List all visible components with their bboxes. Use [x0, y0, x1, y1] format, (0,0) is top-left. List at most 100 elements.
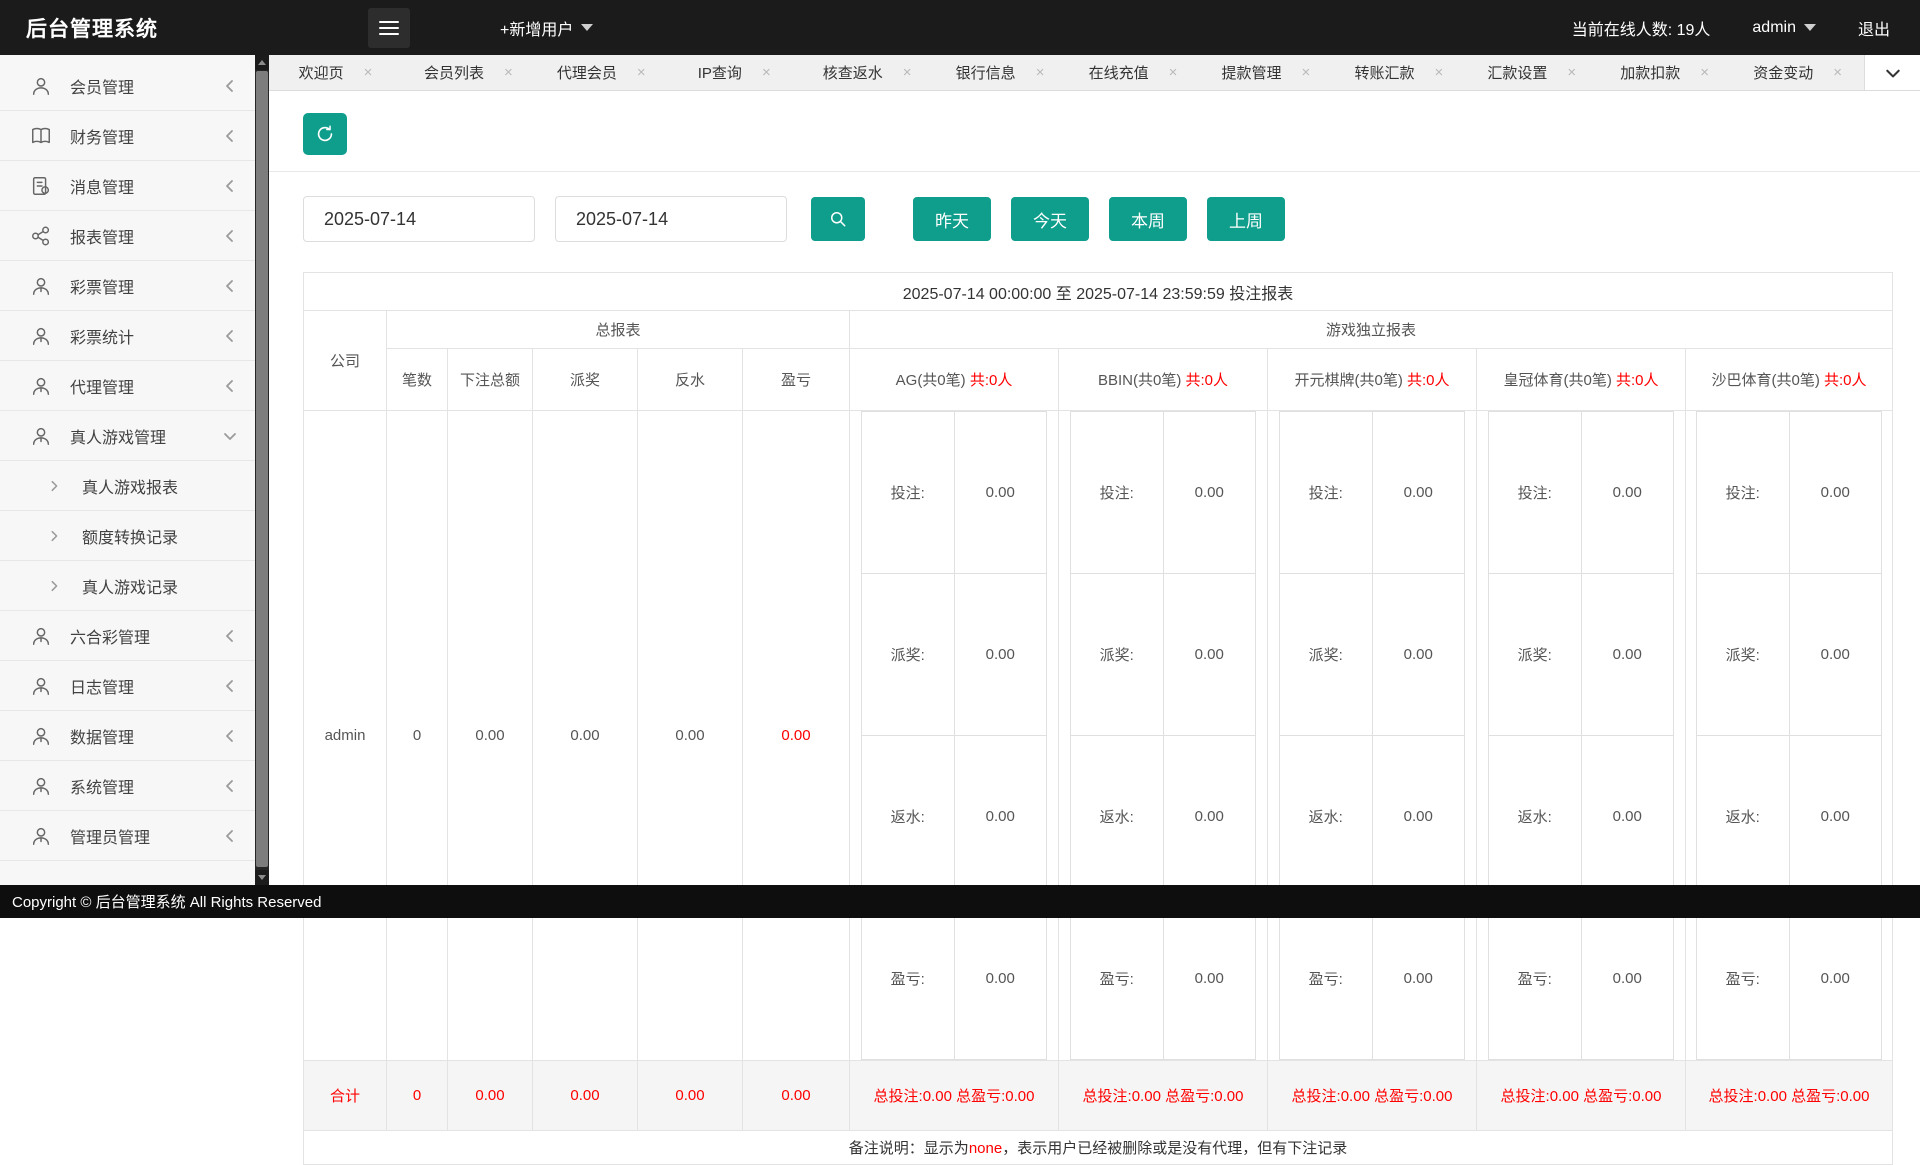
sidebar-item-member-mgmt[interactable]: 会员管理 — [0, 61, 255, 111]
caret-down-icon — [1804, 24, 1816, 31]
cell-game-ag-stats: 投注:0.00 派奖:0.00 返水:0.00 盈亏:0.00 — [850, 411, 1059, 1061]
today-button[interactable]: 今天 — [1011, 197, 1089, 241]
chevron-right-icon — [48, 530, 60, 542]
group-game-reports: 游戏独立报表 — [850, 311, 1893, 349]
scroll-up-button[interactable] — [255, 55, 269, 70]
close-icon[interactable]: × — [903, 64, 912, 81]
close-icon[interactable]: × — [364, 64, 373, 81]
report-title: 2025-07-14 00:00:00 至 2025-07-14 23:59:5… — [304, 273, 1893, 311]
admin-username: admin — [1752, 19, 1796, 37]
new-user-label: +新增用户 — [500, 16, 573, 40]
close-icon[interactable]: × — [1833, 64, 1842, 81]
note-text: 备注说明：显示为none，表示用户已经被删除或是没有代理，但有下注记录 — [304, 1131, 1893, 1165]
sidebar-item-agent-mgmt[interactable]: 代理管理 — [0, 361, 255, 411]
tab-rebate-check[interactable]: 核查返水× — [801, 55, 934, 90]
player-count-badge: 共:0人 — [1824, 372, 1867, 389]
cell-game-kaiyuan-stats: 投注:0.00 派奖:0.00 返水:0.00 盈亏:0.00 — [1268, 411, 1477, 1061]
game-stats-table: 投注:0.00 派奖:0.00 返水:0.00 盈亏:0.00 — [1696, 411, 1882, 1060]
chevron-right-icon — [48, 480, 60, 492]
sidebar-item-finance-mgmt[interactable]: 财务管理 — [0, 111, 255, 161]
chevron-left-icon — [223, 379, 237, 393]
chevron-left-icon — [223, 629, 237, 643]
chevron-right-icon — [48, 580, 60, 592]
game-stats-table: 投注:0.00 派奖:0.00 返水:0.00 盈亏:0.00 — [1279, 411, 1465, 1060]
tab-online-deposit[interactable]: 在线充值× — [1067, 55, 1200, 90]
sidebar-item-mark-six-mgmt[interactable]: 六合彩管理 — [0, 611, 255, 661]
close-icon[interactable]: × — [1036, 64, 1045, 81]
tab-remit-settings[interactable]: 汇款设置× — [1465, 55, 1598, 90]
last-week-button[interactable]: 上周 — [1207, 197, 1285, 241]
close-icon[interactable]: × — [762, 64, 771, 81]
sidebar-item-data-mgmt[interactable]: 数据管理 — [0, 711, 255, 761]
close-icon[interactable]: × — [1302, 64, 1311, 81]
tab-ip-query[interactable]: IP查询× — [668, 55, 801, 90]
tab-transfer-remit[interactable]: 转账汇款× — [1332, 55, 1465, 90]
sidebar-item-lottery-stats[interactable]: 彩票统计 — [0, 311, 255, 361]
tab-add-deduct[interactable]: 加款扣款× — [1598, 55, 1731, 90]
sidebar-item-report-mgmt[interactable]: 报表管理 — [0, 211, 255, 261]
file-icon — [30, 175, 52, 197]
summary-game-crown: 总投注:0.00 总盈亏:0.00 — [1477, 1061, 1686, 1131]
game-stats-table: 投注:0.00 派奖:0.00 返水:0.00 盈亏:0.00 — [1070, 411, 1256, 1060]
close-icon[interactable]: × — [637, 64, 646, 81]
this-week-button[interactable]: 本周 — [1109, 197, 1187, 241]
yesterday-button[interactable]: 昨天 — [913, 197, 991, 241]
user-icon — [30, 675, 52, 697]
player-count-badge: 共:0人 — [1186, 372, 1229, 389]
refresh-button[interactable] — [303, 113, 347, 155]
filter-row: 昨天 今天 本周 上周 — [269, 172, 1920, 242]
close-icon[interactable]: × — [1434, 64, 1443, 81]
chevron-left-icon — [223, 829, 237, 843]
sidebar-item-live-game-mgmt[interactable]: 真人游戏管理 — [0, 411, 255, 461]
triangle-down-icon — [258, 875, 266, 880]
chevron-left-icon — [223, 679, 237, 693]
col-bet-total: 下注总额 — [448, 349, 533, 411]
user-icon — [30, 825, 52, 847]
scrollbar-thumb[interactable] — [256, 71, 268, 867]
group-total-report: 总报表 — [387, 311, 850, 349]
tab-bank-info[interactable]: 银行信息× — [934, 55, 1067, 90]
sidebar-item-system-mgmt[interactable]: 系统管理 — [0, 761, 255, 811]
sidebar-item-lottery-mgmt[interactable]: 彩票管理 — [0, 261, 255, 311]
tab-member-list[interactable]: 会员列表× — [402, 55, 535, 90]
col-rebate: 反水 — [638, 349, 743, 411]
admin-user-dropdown[interactable]: admin — [1752, 19, 1816, 37]
search-button[interactable] — [811, 197, 865, 241]
tab-agent-members[interactable]: 代理会员× — [535, 55, 668, 90]
close-icon[interactable]: × — [1169, 64, 1178, 81]
cell-payout: 0.00 — [533, 411, 638, 1061]
sidebar-item-live-game-log[interactable]: 真人游戏记录 — [0, 561, 255, 611]
sidebar-item-log-mgmt[interactable]: 日志管理 — [0, 661, 255, 711]
date-to-input[interactable] — [555, 196, 787, 242]
new-user-dropdown[interactable]: +新增用户 — [500, 16, 593, 40]
sidebar-item-admin-mgmt[interactable]: 管理员管理 — [0, 811, 255, 861]
cell-game-crown-stats: 投注:0.00 派奖:0.00 返水:0.00 盈亏:0.00 — [1477, 411, 1686, 1061]
close-icon[interactable]: × — [504, 64, 513, 81]
sidebar-item-quota-transfer-log[interactable]: 额度转换记录 — [0, 511, 255, 561]
date-from-input[interactable] — [303, 196, 535, 242]
summary-game-bbin: 总投注:0.00 总盈亏:0.00 — [1059, 1061, 1268, 1131]
bet-report-table: 2025-07-14 00:00:00 至 2025-07-14 23:59:5… — [303, 272, 1893, 1165]
player-count-badge: 共:0人 — [970, 372, 1013, 389]
cell-bet-count: 0 — [387, 411, 448, 1061]
logout-button[interactable]: 退出 — [1858, 16, 1890, 40]
cell-company: admin — [304, 411, 387, 1061]
tab-withdraw-mgmt[interactable]: 提款管理× — [1199, 55, 1332, 90]
scroll-down-button[interactable] — [255, 870, 269, 885]
hamburger-icon — [379, 17, 399, 39]
note-highlight: none — [969, 1140, 1002, 1157]
sidebar-item-message-mgmt[interactable]: 消息管理 — [0, 161, 255, 211]
sidebar-scrollbar[interactable] — [255, 55, 269, 885]
player-count-badge: 共:0人 — [1616, 372, 1659, 389]
summary-label: 合计 — [304, 1061, 387, 1131]
tab-fund-changes[interactable]: 资金变动× — [1731, 55, 1864, 90]
close-icon[interactable]: × — [1567, 64, 1576, 81]
tab-overflow-dropdown[interactable] — [1864, 55, 1920, 90]
col-company: 公司 — [304, 311, 387, 411]
tab-welcome[interactable]: 欢迎页× — [269, 55, 402, 90]
sidebar-toggle-button[interactable] — [368, 8, 410, 48]
sidebar-item-live-game-report[interactable]: 真人游戏报表 — [0, 461, 255, 511]
chevron-left-icon — [223, 279, 237, 293]
user-icon — [30, 775, 52, 797]
close-icon[interactable]: × — [1700, 64, 1709, 81]
